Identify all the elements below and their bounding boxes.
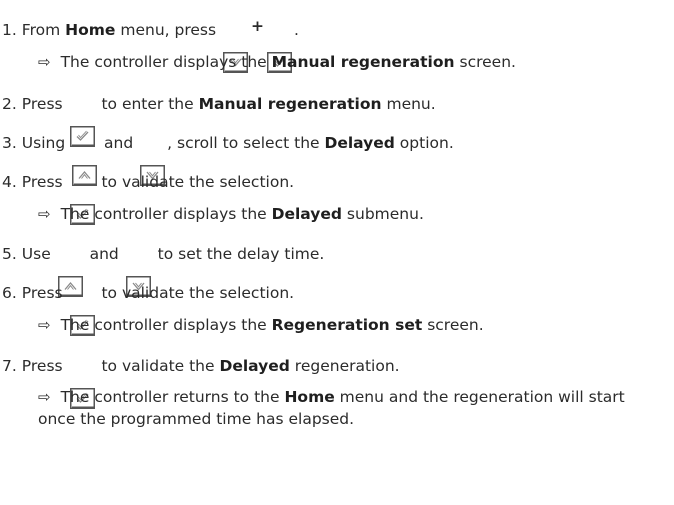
result-text: The controller displays the [60,316,272,334]
step-number: 1. [2,21,17,39]
step-text: option. [394,134,454,152]
step-text: Press [21,357,68,375]
step-text: Press [21,173,68,191]
step-text: and [84,245,124,263]
validate-key-icon [69,279,95,336]
step-number: 3. [2,134,17,152]
step-text: menu. [381,95,436,113]
step-number: 5. [2,245,17,263]
validate-key-icon [267,16,292,73]
step-text: to enter the [96,95,199,113]
validate-key-icon [69,352,95,409]
validate-key-icon [69,90,95,147]
result-bold-term: Home [284,388,335,406]
step-6: 6. Press to validate the selection. [2,277,295,336]
step-bold-term: Delayed [219,357,290,375]
step-text: to validate the selection. [96,284,295,302]
down-arrow-key-icon [125,240,151,297]
result-2: ⇨ The controller displays the Delayed su… [38,198,424,230]
result-bold-term: Delayed [271,205,342,223]
result-text: submenu. [342,205,424,223]
result-text: screen. [422,316,484,334]
step-text: Use [21,245,56,263]
step-7: 7. Press to validate the Delayed regener… [2,350,400,409]
result-text: The controller returns to the [60,388,285,406]
step-text: From [21,21,66,39]
result-text: The controller displays the [60,205,272,223]
plus-sign: + [251,17,264,35]
step-5: 5. Use and to set the delay time. [2,238,325,297]
up-arrow-key-icon [72,129,98,186]
step-number: 6. [2,284,17,302]
up-arrow-key-icon [57,240,83,297]
step-3: 3. Using and , scroll to select the Dela… [2,127,454,186]
result-1: ⇨ The controller displays the Manual reg… [38,46,516,78]
step-text: to validate the [96,357,220,375]
step-text: regeneration. [289,357,400,375]
result-3: ⇨ The controller displays the Regenerati… [38,309,484,341]
step-1: 1. From Home menu, press + . [2,14,299,73]
step-number: 2. [2,95,17,113]
result-arrow-icon: ⇨ [38,388,51,406]
step-bold-term: Delayed [324,134,395,152]
result-arrow-icon: ⇨ [38,205,51,223]
step-text: . [294,21,299,39]
result-arrow-icon: ⇨ [38,316,51,334]
step-text: Using [21,134,71,152]
result-text: The controller displays the [60,53,272,71]
step-number: 7. [2,357,17,375]
step-text: , scroll to select the [167,134,325,152]
step-bold-term: Manual regeneration [198,95,382,113]
result-4: ⇨ The controller returns to the Home menu… [38,386,658,430]
step-text: to validate the selection. [96,173,295,191]
step-number: 4. [2,173,17,191]
step-text: Press [21,284,68,302]
result-arrow-icon: ⇨ [38,53,51,71]
step-text: and [99,134,139,152]
step-bold-term: Home [65,21,116,39]
step-text: Press [21,95,68,113]
down-arrow-key-icon [140,129,166,186]
result-bold-term: Regeneration set [271,316,423,334]
step-2: 2. Press to enter the Manual regeneratio… [2,88,436,147]
down-arrow-key-icon [223,16,248,73]
result-bold-term: Manual regeneration [271,53,455,71]
validate-key-icon [69,168,95,225]
step-text: menu, press [115,21,221,39]
step-text: to set the delay time. [152,245,325,263]
result-text: screen. [454,53,516,71]
step-4: 4. Press to validate the selection. [2,166,295,225]
